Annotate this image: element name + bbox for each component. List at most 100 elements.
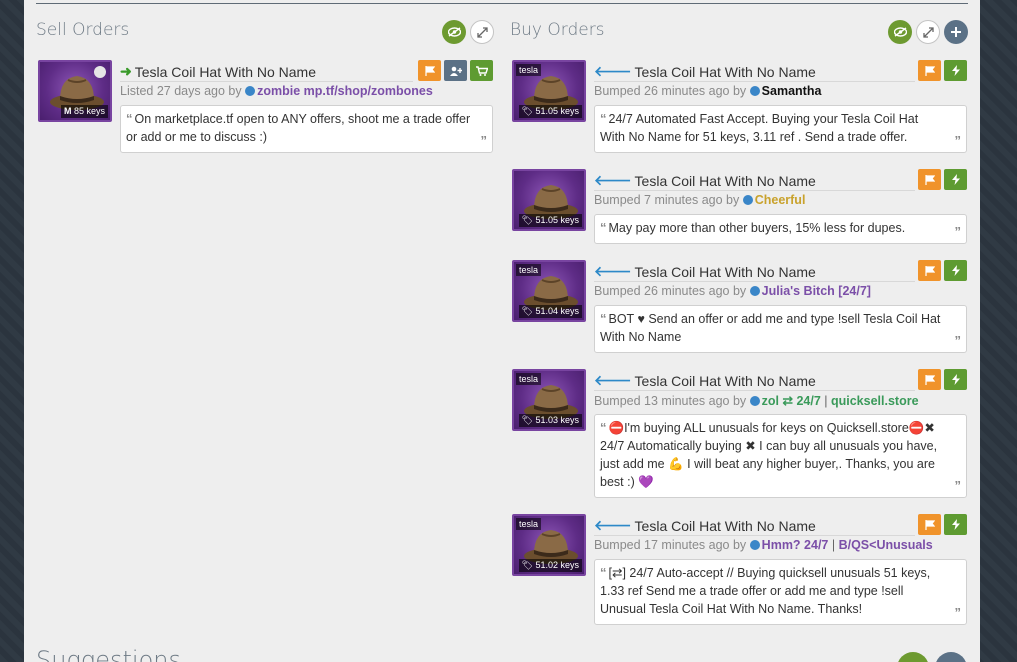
user-separator: |: [820, 394, 831, 408]
instant-trade-button[interactable]: [944, 260, 967, 281]
item-tag: tesla: [516, 518, 542, 530]
bolt-icon: [951, 265, 960, 276]
item-icon[interactable]: tesla 🏷 51.05 keys: [512, 60, 586, 122]
flag-icon: [424, 65, 435, 76]
item-title: 🡐 Tesla Coil Hat With No Name: [594, 516, 915, 536]
online-dot: [749, 540, 760, 550]
flag-icon: [924, 374, 935, 385]
instant-trade-button[interactable]: [944, 60, 967, 81]
item-name: Tesla Coil Hat With No Name: [134, 63, 317, 80]
user-link[interactable]: zol ⇄ 24/7: [762, 394, 821, 408]
flag-button[interactable]: [918, 260, 941, 281]
quote-open-icon: “: [600, 565, 607, 580]
flag-icon: [924, 265, 935, 276]
buy-hide-button[interactable]: [888, 20, 912, 44]
tag-icon: 🏷: [521, 306, 533, 316]
item-name: Tesla Coil Hat With No Name: [634, 517, 816, 534]
sell-listing: M 85 keys ➜ Tesla Coil Hat With No Name …: [38, 60, 494, 153]
item-title: 🡐 Tesla Coil Hat With No Name: [594, 371, 915, 391]
flag-button[interactable]: [918, 60, 941, 81]
arrow-left-icon: 🡐: [594, 517, 632, 533]
listing-meta: Bumped 26 minutes ago by Samantha: [594, 84, 821, 98]
flag-button[interactable]: [418, 60, 441, 81]
item-icon[interactable]: tesla 🏷 51.03 keys: [512, 369, 586, 431]
quote-open-icon: “: [126, 111, 133, 126]
user-link[interactable]: Cheerful: [755, 193, 806, 207]
item-title: 🡐 Tesla Coil Hat With No Name: [594, 62, 915, 82]
user-extra-link[interactable]: B/QS<Unusuals: [839, 538, 933, 552]
status-dot: [94, 66, 106, 78]
quote-open-icon: “: [600, 420, 607, 435]
user-link[interactable]: Hmm? 24/7: [762, 538, 829, 552]
listing-message: “[⇄] 24/7 Auto-accept // Buying quicksel…: [594, 559, 967, 625]
price-text: 51.04 keys: [535, 306, 579, 316]
tag-icon: 🏷: [521, 415, 533, 425]
buy-button[interactable]: [470, 60, 493, 81]
eye-slash-icon: [893, 27, 907, 37]
instant-trade-button[interactable]: [944, 369, 967, 390]
sell-hide-button[interactable]: [442, 20, 466, 44]
instant-trade-button[interactable]: [944, 169, 967, 190]
listing-actions: [918, 60, 967, 81]
arrow-left-icon: 🡐: [594, 263, 632, 279]
listing-time: Bumped 7 minutes ago by: [594, 193, 740, 207]
listing-actions: [418, 60, 493, 81]
price-text: 51.05 keys: [535, 106, 579, 116]
online-dot: [742, 195, 753, 205]
online-dot: [749, 396, 760, 406]
buy-add-button[interactable]: [944, 20, 968, 44]
flag-icon: [924, 174, 935, 185]
bolt-icon: [951, 174, 960, 185]
item-title: 🡐 Tesla Coil Hat With No Name: [594, 262, 915, 282]
message-text: [⇄] 24/7 Auto-accept // Buying quicksell…: [600, 566, 931, 616]
flag-button[interactable]: [918, 169, 941, 190]
quote-close-icon: ”: [954, 333, 962, 348]
bolt-icon: [951, 519, 960, 530]
item-tag: tesla: [516, 373, 542, 385]
add-friend-button[interactable]: [444, 60, 467, 81]
listing-actions: [918, 260, 967, 281]
listing-message: “BOT ♥ Send an offer or add me and type …: [594, 305, 967, 353]
bolt-icon: [951, 65, 960, 76]
arrow-left-icon: 🡐: [594, 172, 632, 188]
listing-message: “May pay more than other buyers, 15% les…: [594, 214, 967, 244]
item-name: Tesla Coil Hat With No Name: [634, 263, 816, 280]
sell-expand-button[interactable]: [470, 20, 494, 44]
buy-expand-button[interactable]: [916, 20, 940, 44]
buy-orders-title: Buy Orders: [510, 20, 605, 40]
item-icon[interactable]: tesla 🏷 51.02 keys: [512, 514, 586, 576]
flag-icon: [924, 65, 935, 76]
listing-time: Bumped 26 minutes ago by: [594, 284, 747, 298]
arrow-left-icon: 🡐: [594, 372, 632, 388]
tag-icon: 🏷: [521, 106, 533, 116]
arrow-right-icon: ➜: [120, 63, 132, 79]
item-title: ➜ Tesla Coil Hat With No Name: [120, 62, 413, 82]
user-link[interactable]: zombie mp.tf/shop/zombones: [257, 84, 433, 98]
item-icon[interactable]: M 85 keys: [38, 60, 112, 122]
listing-time: Bumped 26 minutes ago by: [594, 84, 747, 98]
expand-icon: [476, 26, 488, 38]
item-tag: tesla: [516, 64, 542, 76]
price-badge: 🏷 51.05 keys: [518, 105, 582, 118]
user-link[interactable]: Julia's Bitch [24/7]: [762, 284, 871, 298]
quote-open-icon: “: [600, 311, 607, 326]
listing-meta: Bumped 13 minutes ago by zol ⇄ 24/7 | qu…: [594, 393, 919, 408]
listing-actions: [918, 169, 967, 190]
arrow-left-icon: 🡐: [594, 63, 632, 79]
user-extra-link[interactable]: quicksell.store: [831, 394, 919, 408]
user-link[interactable]: Samantha: [762, 84, 822, 98]
flag-button[interactable]: [918, 514, 941, 535]
listing-meta: Bumped 17 minutes ago by Hmm? 24/7 | B/Q…: [594, 538, 933, 552]
instant-trade-button[interactable]: [944, 514, 967, 535]
online-dot: [749, 286, 760, 296]
item-title: 🡐 Tesla Coil Hat With No Name: [594, 171, 915, 191]
flag-button[interactable]: [918, 369, 941, 390]
quote-open-icon: “: [600, 111, 607, 126]
item-icon[interactable]: tesla 🏷 51.04 keys: [512, 260, 586, 322]
price-text: 51.02 keys: [535, 560, 579, 570]
price-badge: 🏷 51.04 keys: [518, 305, 582, 318]
listing-actions: [918, 369, 967, 390]
listing-actions: [918, 514, 967, 535]
item-icon[interactable]: 🏷 51.05 keys: [512, 169, 586, 231]
quote-close-icon: ”: [954, 478, 962, 493]
